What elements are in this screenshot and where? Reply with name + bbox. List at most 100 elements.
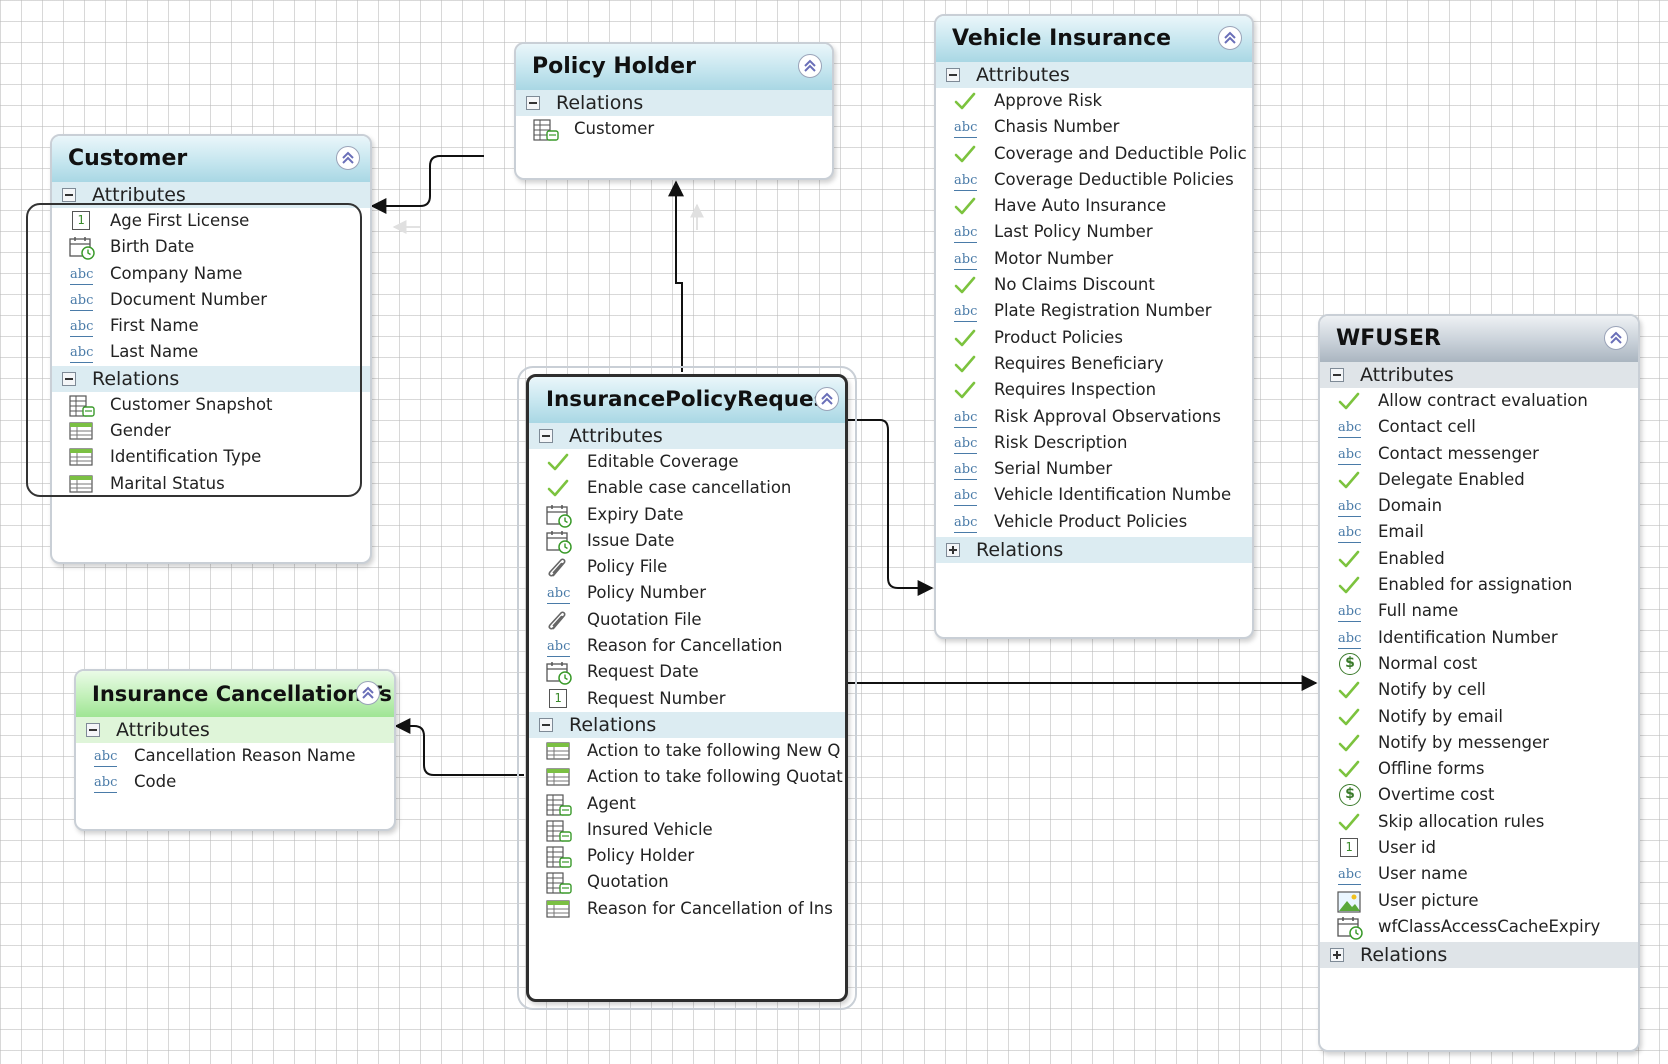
list-item[interactable]: abc Serial Number (936, 456, 1252, 482)
list-item[interactable]: Identification Type (52, 444, 370, 470)
list-item[interactable]: Customer Snapshot (52, 392, 370, 418)
list-item[interactable]: abc Last Name (52, 339, 370, 365)
list-item[interactable]: abc Motor Number (936, 246, 1252, 272)
list-item[interactable]: abc Risk Approval Observations (936, 404, 1252, 430)
collapse-section-icon[interactable] (62, 371, 76, 386)
list-item[interactable]: Expiry Date (529, 502, 845, 528)
list-item[interactable]: abc Company Name (52, 261, 370, 287)
list-item[interactable]: abc Identification Number (1320, 625, 1638, 651)
list-item[interactable]: Notify by email (1320, 704, 1638, 730)
section-relations[interactable]: Relations (936, 537, 1252, 564)
entity-wfuser[interactable]: WFUSER Attributes Allow contract evaluat… (1318, 314, 1640, 1052)
list-item[interactable]: Requires Beneficiary (936, 351, 1252, 377)
list-item[interactable]: Customer (516, 116, 832, 142)
list-item[interactable]: Insured Vehicle (529, 817, 845, 843)
section-relations[interactable]: Relations (529, 711, 845, 738)
list-item[interactable]: Have Auto Insurance (936, 193, 1252, 219)
section-attributes[interactable]: Attributes (52, 182, 370, 208)
list-item[interactable]: Marital Status (52, 471, 370, 497)
list-item[interactable]: Policy File (529, 554, 845, 580)
entity-policy-holder[interactable]: Policy Holder Relations Customer (514, 42, 834, 180)
list-item[interactable]: wfClassAccessCacheExpiry (1320, 914, 1638, 940)
section-relations[interactable]: Relations (52, 365, 370, 392)
list-item[interactable]: abc Vehicle Product Policies (936, 509, 1252, 535)
entity-insurance-policy-request[interactable]: InsurancePolicyRequest Attributes Editab… (526, 374, 848, 1002)
list-item[interactable]: abc Reason for Cancellation (529, 633, 845, 659)
entity-customer[interactable]: Customer Attributes 1 Age First License Bi… (50, 134, 372, 564)
list-item[interactable]: 1 Request Number (529, 686, 845, 712)
list-item[interactable]: 1 Age First License (52, 208, 370, 234)
list-item[interactable]: Birth Date (52, 234, 370, 261)
section-attributes[interactable]: Attributes (529, 423, 845, 449)
collapse-section-icon[interactable] (1330, 368, 1344, 382)
list-item[interactable]: Quotation File (529, 607, 845, 633)
entity-vehicle-insurance[interactable]: Vehicle Insurance Attributes Approve Ris… (934, 14, 1254, 639)
list-item[interactable]: Issue Date (529, 528, 845, 554)
list-item[interactable]: abc Domain (1320, 493, 1638, 519)
list-item[interactable]: abc Plate Registration Number (936, 298, 1252, 324)
expand-section-icon[interactable] (1330, 948, 1344, 963)
list-item[interactable]: Notify by messenger (1320, 730, 1638, 756)
list-item[interactable]: abc Risk Description (936, 430, 1252, 456)
list-item[interactable]: Action to take following New Q (529, 738, 845, 764)
list-item[interactable]: 1 User id (1320, 835, 1638, 861)
list-item[interactable]: Request Date (529, 659, 845, 686)
list-item[interactable]: Enabled (1320, 546, 1638, 572)
collapse-icon[interactable] (356, 681, 380, 705)
list-item[interactable]: Approve Risk (936, 88, 1252, 114)
list-item[interactable]: abc Vehicle Identification Numbe (936, 482, 1252, 508)
list-item[interactable]: abc Last Policy Number (936, 219, 1252, 245)
list-item[interactable]: Allow contract evaluation (1320, 388, 1638, 414)
list-item[interactable]: Gender (52, 418, 370, 444)
list-item[interactable]: Skip allocation rules (1320, 809, 1638, 835)
list-item[interactable]: abc Contact messenger (1320, 441, 1638, 467)
list-item[interactable]: abc Email (1320, 519, 1638, 545)
list-item[interactable]: abc Contact cell (1320, 414, 1638, 440)
list-item[interactable]: Editable Coverage (529, 449, 845, 475)
section-relations[interactable]: Relations (1320, 942, 1638, 969)
list-item[interactable]: abc Policy Number (529, 580, 845, 606)
section-attributes[interactable]: Attributes (936, 62, 1252, 88)
list-item[interactable]: Notify by cell (1320, 677, 1638, 703)
list-item[interactable]: Enabled for assignation (1320, 572, 1638, 598)
list-item[interactable]: User picture (1320, 888, 1638, 914)
list-item[interactable]: Product Policies (936, 325, 1252, 351)
list-item[interactable]: abc First Name (52, 313, 370, 339)
list-item[interactable]: abc Full name (1320, 598, 1638, 624)
list-item[interactable]: abc Cancellation Reason Name (76, 743, 394, 769)
expand-section-icon[interactable] (946, 543, 960, 558)
collapse-icon[interactable] (798, 54, 822, 78)
list-item[interactable]: Quotation (529, 869, 845, 895)
list-item[interactable]: abc Coverage Deductible Policies (936, 167, 1252, 193)
list-item[interactable]: Reason for Cancellation of Ins (529, 896, 845, 922)
collapse-icon[interactable] (1218, 26, 1242, 50)
list-item[interactable]: Policy Holder (529, 843, 845, 869)
list-item[interactable]: $ Normal cost (1320, 651, 1638, 677)
list-item[interactable]: Delegate Enabled (1320, 467, 1638, 493)
entity-insurance-cancellation[interactable]: Insurance Cancellation Fs Attributes abc… (74, 669, 396, 831)
collapse-section-icon[interactable] (539, 717, 553, 732)
collapse-section-icon[interactable] (86, 723, 100, 737)
collapse-icon[interactable] (336, 146, 360, 170)
list-item[interactable]: Agent (529, 791, 845, 817)
list-item[interactable]: Requires Inspection (936, 377, 1252, 403)
list-item[interactable]: Action to take following Quotat (529, 764, 845, 790)
list-item[interactable]: Offline forms (1320, 756, 1638, 782)
collapse-icon[interactable] (815, 387, 839, 411)
list-item[interactable]: abc Document Number (52, 287, 370, 313)
collapse-icon[interactable] (1604, 326, 1628, 350)
collapse-section-icon[interactable] (539, 429, 553, 443)
list-item[interactable]: Enable case cancellation (529, 475, 845, 501)
section-relations[interactable]: Relations (516, 90, 832, 116)
list-item[interactable]: Coverage and Deductible Polic (936, 141, 1252, 167)
collapse-section-icon[interactable] (526, 96, 540, 110)
section-attributes[interactable]: Attributes (76, 717, 394, 743)
collapse-section-icon[interactable] (946, 68, 960, 82)
list-item[interactable]: $ Overtime cost (1320, 782, 1638, 808)
list-item[interactable]: abc User name (1320, 861, 1638, 887)
list-item[interactable]: abc Code (76, 769, 394, 795)
list-item[interactable]: abc Chasis Number (936, 114, 1252, 140)
list-item[interactable]: No Claims Discount (936, 272, 1252, 298)
section-attributes[interactable]: Attributes (1320, 362, 1638, 388)
collapse-section-icon[interactable] (62, 188, 76, 202)
